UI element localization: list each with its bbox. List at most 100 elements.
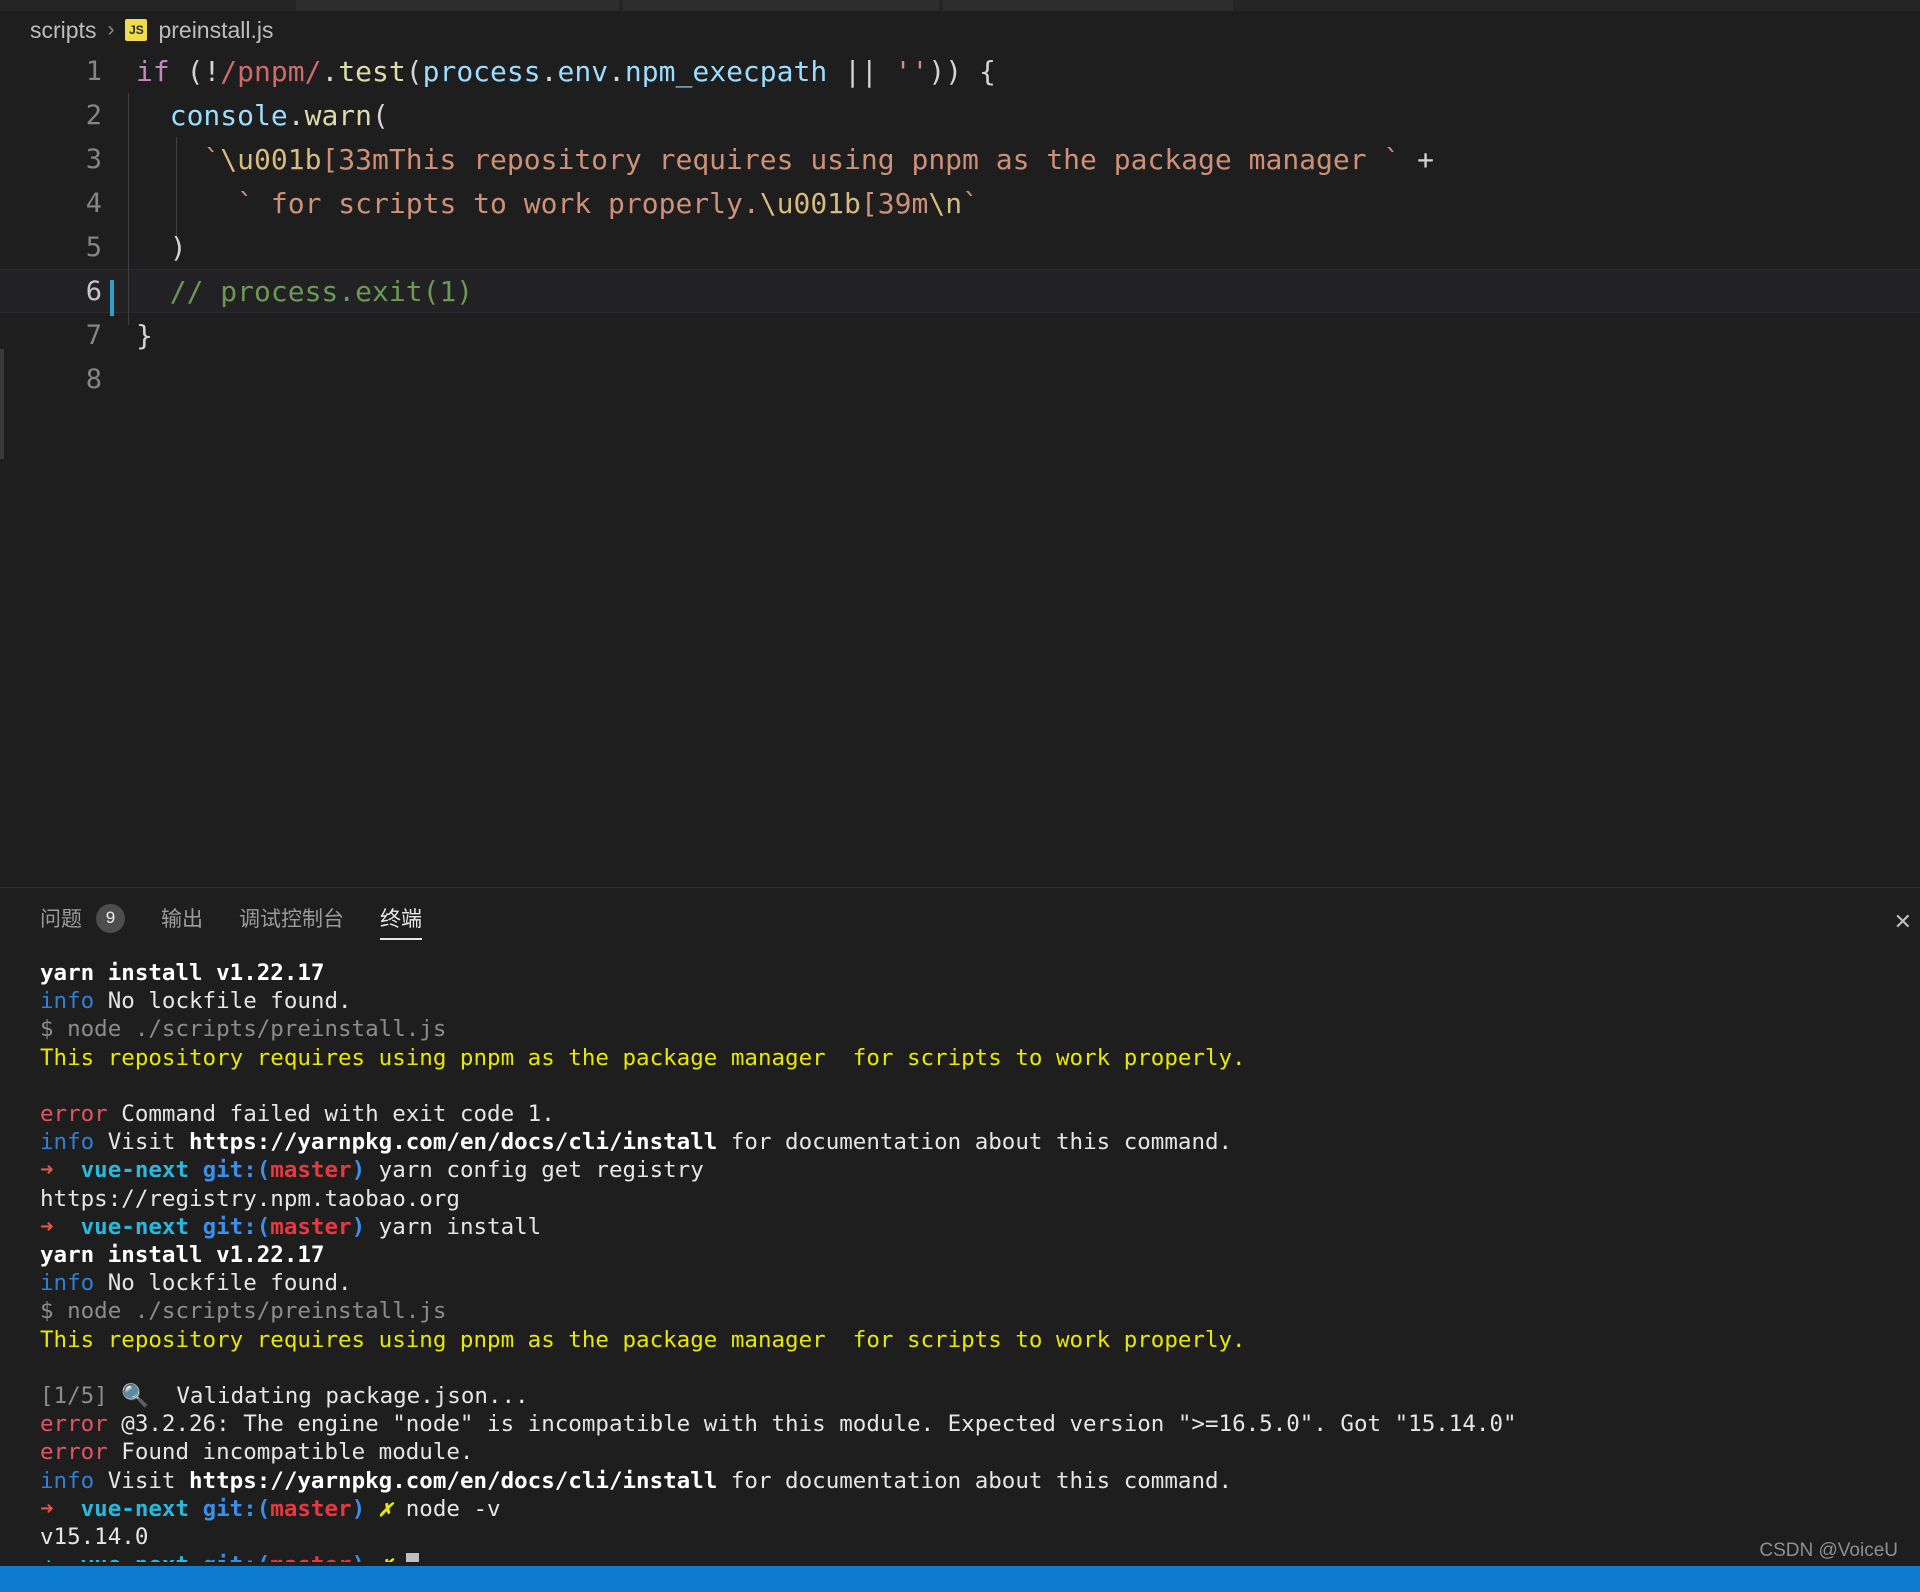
- code-token: '': [894, 54, 929, 88]
- terminal-output[interactable]: yarn install v1.22.17 info No lockfile fo…: [0, 947, 1920, 1562]
- breadcrumb-file[interactable]: preinstall.js: [158, 17, 273, 44]
- code-line[interactable]: 7}: [0, 313, 1920, 357]
- breadcrumb-folder[interactable]: scripts: [30, 17, 96, 44]
- code-token: npm_execpath: [624, 54, 828, 88]
- terminal-line: ➜ vue-next git:(master) ✗ node -v: [40, 1495, 1920, 1523]
- terminal-segment: (: [256, 1495, 271, 1522]
- code-lines: 1 if (!/pnpm/.test(process.env.npm_execpa…: [0, 49, 1920, 401]
- terminal-segment: [54, 1157, 81, 1183]
- terminal-line: [1/5] 🔍 Validating package.json...: [40, 1382, 1920, 1410]
- terminal-segment: Command failed with exit code 1.: [107, 1101, 555, 1128]
- code-line[interactable]: 8: [0, 357, 1920, 401]
- problems-count-badge: 9: [96, 903, 125, 933]
- terminal-segment: node -v: [392, 1495, 501, 1522]
- terminal-segment: (: [257, 1552, 271, 1562]
- code-text: console.warn(: [118, 92, 389, 149]
- code-token: .: [321, 54, 339, 88]
- terminal-segment: 🔍 Validating package.json...: [107, 1383, 529, 1410]
- panel-tab-0[interactable]: 问题 9: [40, 888, 125, 948]
- terminal-segment: yarn install: [365, 1213, 542, 1240]
- terminal-segment: v15.14.0: [40, 1524, 149, 1551]
- code-token: env: [557, 54, 609, 88]
- panel-tab-3[interactable]: 终端: [380, 888, 422, 948]
- terminal-segment: ): [351, 1495, 366, 1522]
- panel-tab-1[interactable]: 输出: [161, 888, 203, 948]
- code-text: ` for scripts to work properly.\u001b[39…: [118, 180, 979, 237]
- code-text: }: [118, 319, 153, 352]
- terminal-segment: ✗: [379, 1552, 393, 1562]
- terminal-segment: yarn config get registry: [365, 1157, 704, 1184]
- code-token: process: [422, 54, 541, 88]
- js-file-icon: JS: [125, 19, 148, 41]
- terminal-segment: ): [351, 1157, 366, 1184]
- line-number: 3: [85, 143, 102, 175]
- terminal-segment: [365, 1552, 379, 1562]
- code-line[interactable]: 4 ` for scripts to work properly.\u001b[…: [0, 180, 1920, 237]
- terminal-segment: vue-next: [80, 1495, 190, 1522]
- code-line[interactable]: 6 // process.exit(1): [0, 268, 1920, 325]
- editor-tab-2[interactable]: [623, 0, 939, 11]
- code-token: \u001b: [220, 142, 322, 176]
- line-number: 6: [0, 276, 118, 316]
- code-token: `: [962, 186, 979, 220]
- terminal-segment: https://yarnpkg.com/en/docs/cli/install: [189, 1129, 718, 1156]
- editor-tab-3[interactable]: [943, 0, 1233, 11]
- code-text: `\u001b[33mThis repository requires usin…: [118, 136, 1434, 193]
- terminal-segment: vue-next: [80, 1213, 190, 1240]
- code-line[interactable]: 1 if (!/pnpm/.test(process.env.npm_execpa…: [0, 49, 1920, 93]
- terminal-line: yarn install v1.22.17: [40, 1241, 1920, 1269]
- terminal-segment: for documentation about this command.: [717, 1467, 1233, 1494]
- terminal-segment: No lockfile found.: [94, 1270, 352, 1297]
- terminal-segment: info: [40, 1129, 95, 1156]
- terminal-segment: master: [270, 1213, 352, 1240]
- code-line[interactable]: 5 ): [0, 224, 1920, 281]
- code-line[interactable]: 2 console.warn(: [0, 92, 1920, 149]
- terminal-segment: (: [256, 1157, 271, 1184]
- breadcrumb-separator-icon: ›: [107, 18, 115, 41]
- panel-tab-2[interactable]: 调试控制台: [239, 888, 344, 948]
- terminal-cursor: [405, 1553, 419, 1562]
- code-editor[interactable]: 1 if (!/pnpm/.test(process.env.npm_execpa…: [0, 49, 1920, 887]
- terminal-segment: Visit: [94, 1467, 190, 1494]
- terminal-segment: [1/5]: [40, 1383, 108, 1410]
- terminal-line: info No lockfile found.: [40, 1269, 1920, 1297]
- panel-tab-bar: 问题 9 输出 调试控制台 终端: [0, 888, 1920, 948]
- terminal-line: This repository requires using pnpm as t…: [40, 1326, 1920, 1354]
- terminal-segment: (: [256, 1213, 271, 1240]
- terminal-line: $ node ./scripts/preinstall.js: [40, 1015, 1920, 1043]
- terminal-line: yarn install v1.22.17: [40, 959, 1920, 987]
- terminal-segment: ➜: [40, 1495, 54, 1522]
- terminal-segment: ➜: [40, 1157, 54, 1184]
- terminal-line: error Command failed with exit code 1.: [40, 1100, 1920, 1128]
- status-bar[interactable]: [0, 1566, 1920, 1592]
- terminal-segment: info: [40, 1270, 95, 1297]
- terminal-segment: error: [40, 1439, 108, 1466]
- terminal-segment: git:: [202, 1157, 257, 1184]
- terminal-segment: [54, 1552, 81, 1562]
- terminal-segment: error: [40, 1411, 108, 1438]
- terminal-segment: git:: [202, 1495, 257, 1522]
- code-token: .: [287, 98, 305, 132]
- terminal-segment: info: [40, 1467, 95, 1494]
- code-line[interactable]: 3 `\u001b[33mThis repository requires us…: [0, 136, 1920, 193]
- close-panel-icon[interactable]: ✕: [1894, 910, 1912, 935]
- code-token: /pnpm/: [220, 54, 322, 88]
- terminal-segment: ✗: [378, 1495, 393, 1522]
- terminal-segment: [189, 1214, 203, 1240]
- code-token: [39m: [860, 186, 929, 220]
- panel-tab-label: 终端: [380, 908, 422, 931]
- code-token: (: [405, 54, 423, 88]
- terminal-segment: master: [270, 1552, 351, 1562]
- editor-tab-1[interactable]: [296, 0, 619, 11]
- code-token: \u001b: [759, 186, 861, 220]
- terminal-segment: $ node ./scripts/preinstall.js: [40, 1016, 447, 1043]
- code-token: ` for scripts to work properly.: [237, 186, 760, 220]
- terminal-segment: Found incompatible module.: [107, 1439, 474, 1466]
- terminal-line: $ node ./scripts/preinstall.js: [40, 1297, 1920, 1325]
